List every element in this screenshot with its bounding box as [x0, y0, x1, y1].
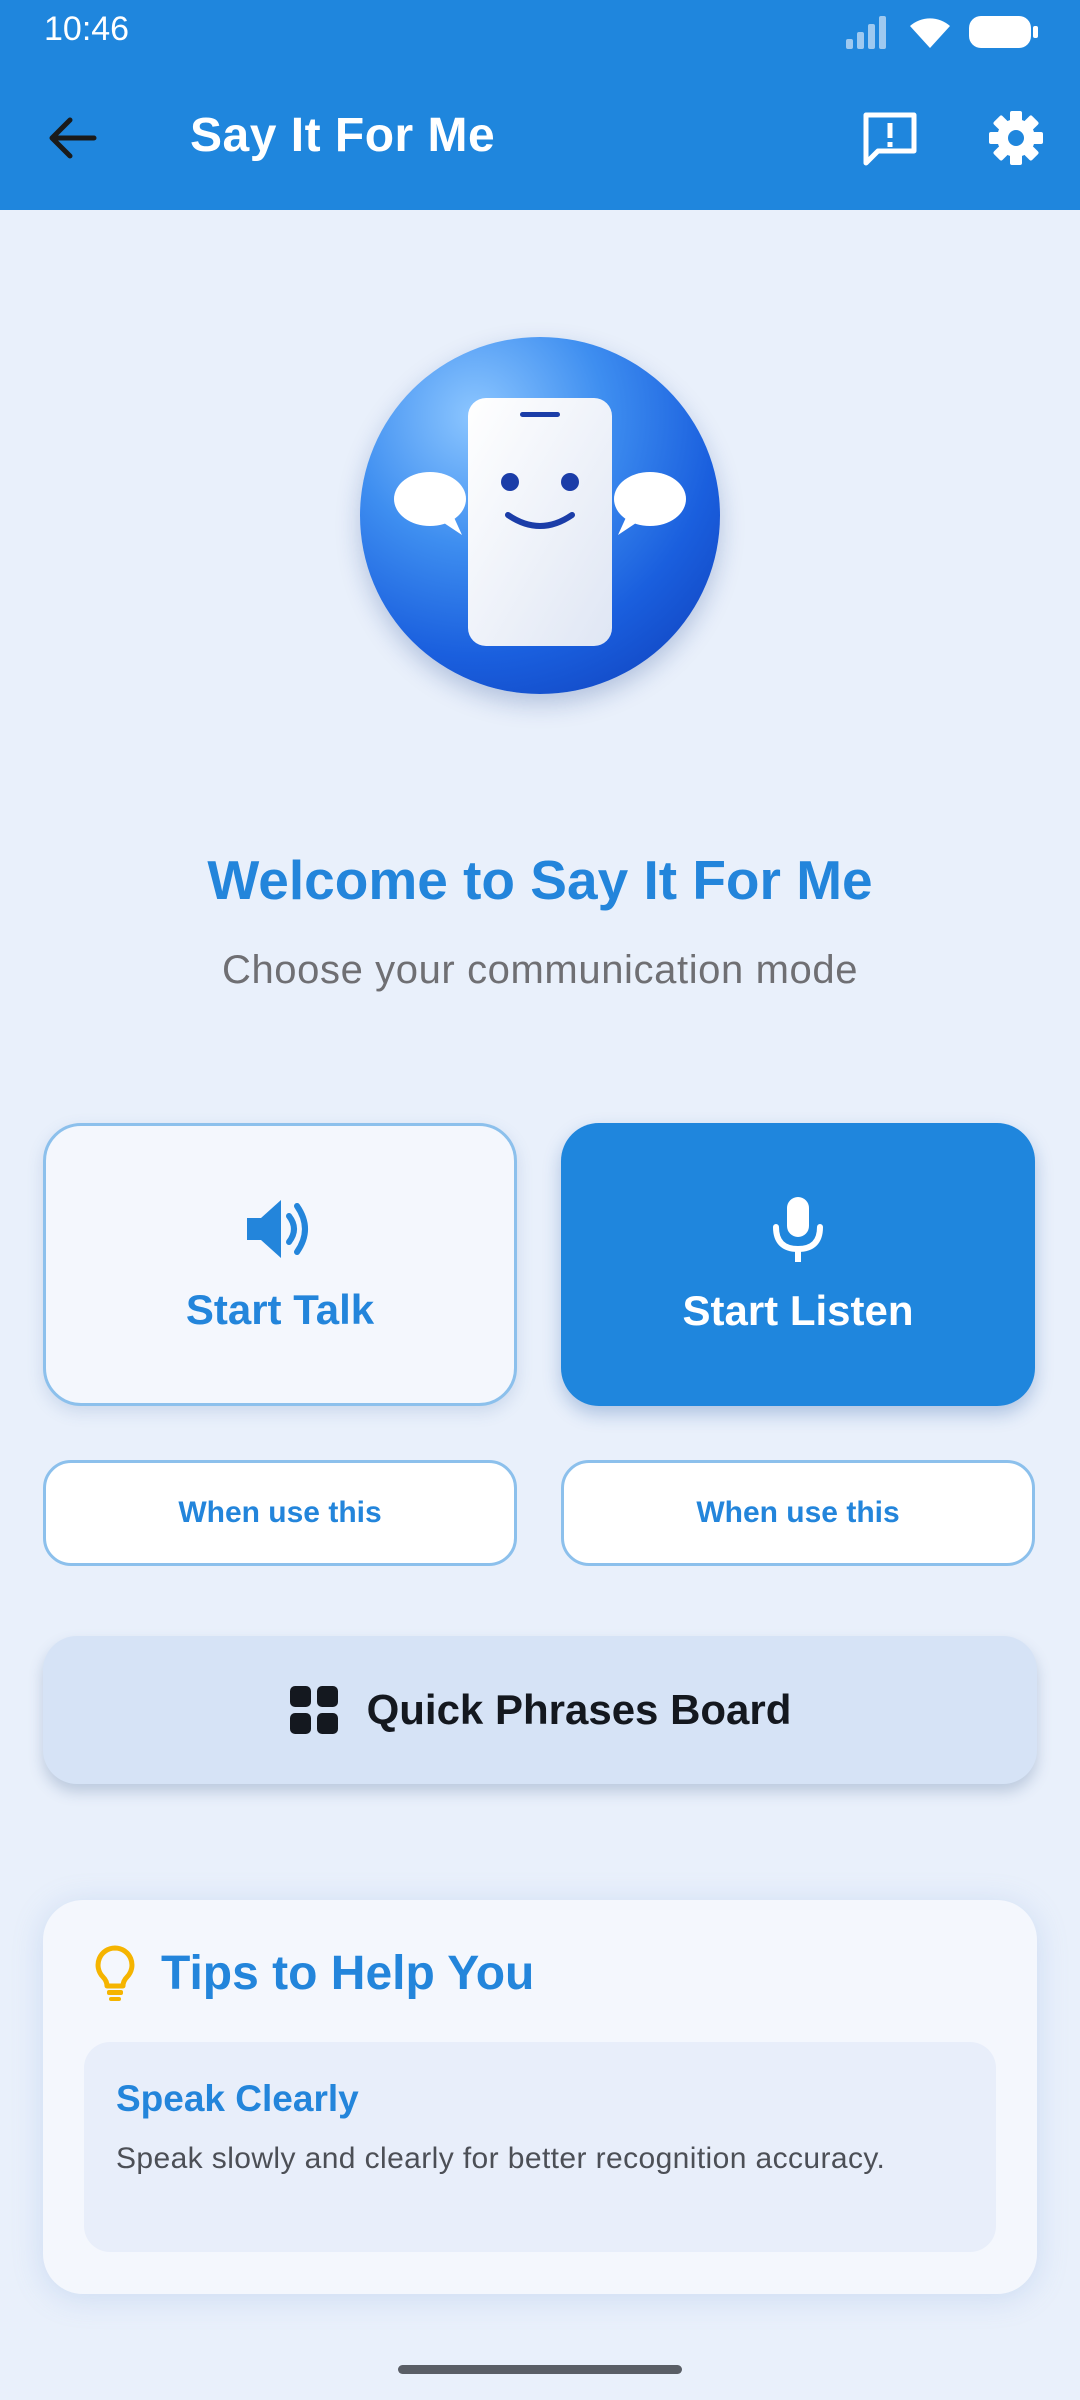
- tips-title: Tips to Help You: [161, 1946, 535, 2000]
- when-use-listen-button[interactable]: When use this: [561, 1460, 1035, 1566]
- speaker-icon: [247, 1199, 308, 1258]
- feedback-button[interactable]: [852, 100, 928, 176]
- quick-phrases-label: Quick Phrases Board: [366, 1686, 792, 1733]
- wifi-icon: [910, 18, 950, 48]
- home-indicator[interactable]: [398, 2365, 682, 2374]
- welcome-subtitle: Choose your communication mode: [221, 948, 859, 992]
- welcome-title: Welcome to Say It For Me: [207, 849, 873, 911]
- start-listen-label: Start Listen: [682, 1286, 914, 1334]
- phone-smile-icon: [394, 398, 686, 646]
- grid-icon: [289, 1686, 338, 1734]
- status-icons: [844, 12, 1040, 52]
- quick-phrases-button[interactable]: Quick Phrases Board: [43, 1636, 1037, 1784]
- tip-text: Speak slowly and clearly for better reco…: [116, 2142, 886, 2175]
- status-time: 10:46: [44, 10, 130, 48]
- feedback-icon: [863, 112, 917, 166]
- gear-icon: [989, 111, 1043, 165]
- start-talk-button[interactable]: Start Talk: [43, 1123, 517, 1406]
- microphone-icon: [773, 1196, 823, 1262]
- app-bar: Say It For Me: [0, 60, 1080, 210]
- tips-header: Tips to Help You: [93, 1944, 534, 2002]
- status-bar: 10:46: [0, 0, 1080, 60]
- tip-item: Speak Clearly Speak slowly and clearly f…: [84, 2042, 996, 2252]
- back-button[interactable]: [38, 103, 108, 173]
- tip-title: Speak Clearly: [116, 2078, 359, 2119]
- tips-card: Tips to Help You Speak Clearly Speak slo…: [43, 1900, 1037, 2294]
- battery-icon: [969, 16, 1038, 48]
- signal-icon: [846, 16, 886, 49]
- settings-button[interactable]: [978, 100, 1054, 176]
- lightbulb-icon: [95, 1945, 135, 2001]
- app-logo: [360, 337, 720, 694]
- page-title: Say It For Me: [190, 109, 496, 162]
- start-listen-button[interactable]: Start Listen: [561, 1123, 1035, 1406]
- when-use-talk-button[interactable]: When use this: [43, 1460, 517, 1566]
- arrow-back-icon: [49, 117, 97, 159]
- start-talk-label: Start Talk: [185, 1285, 375, 1333]
